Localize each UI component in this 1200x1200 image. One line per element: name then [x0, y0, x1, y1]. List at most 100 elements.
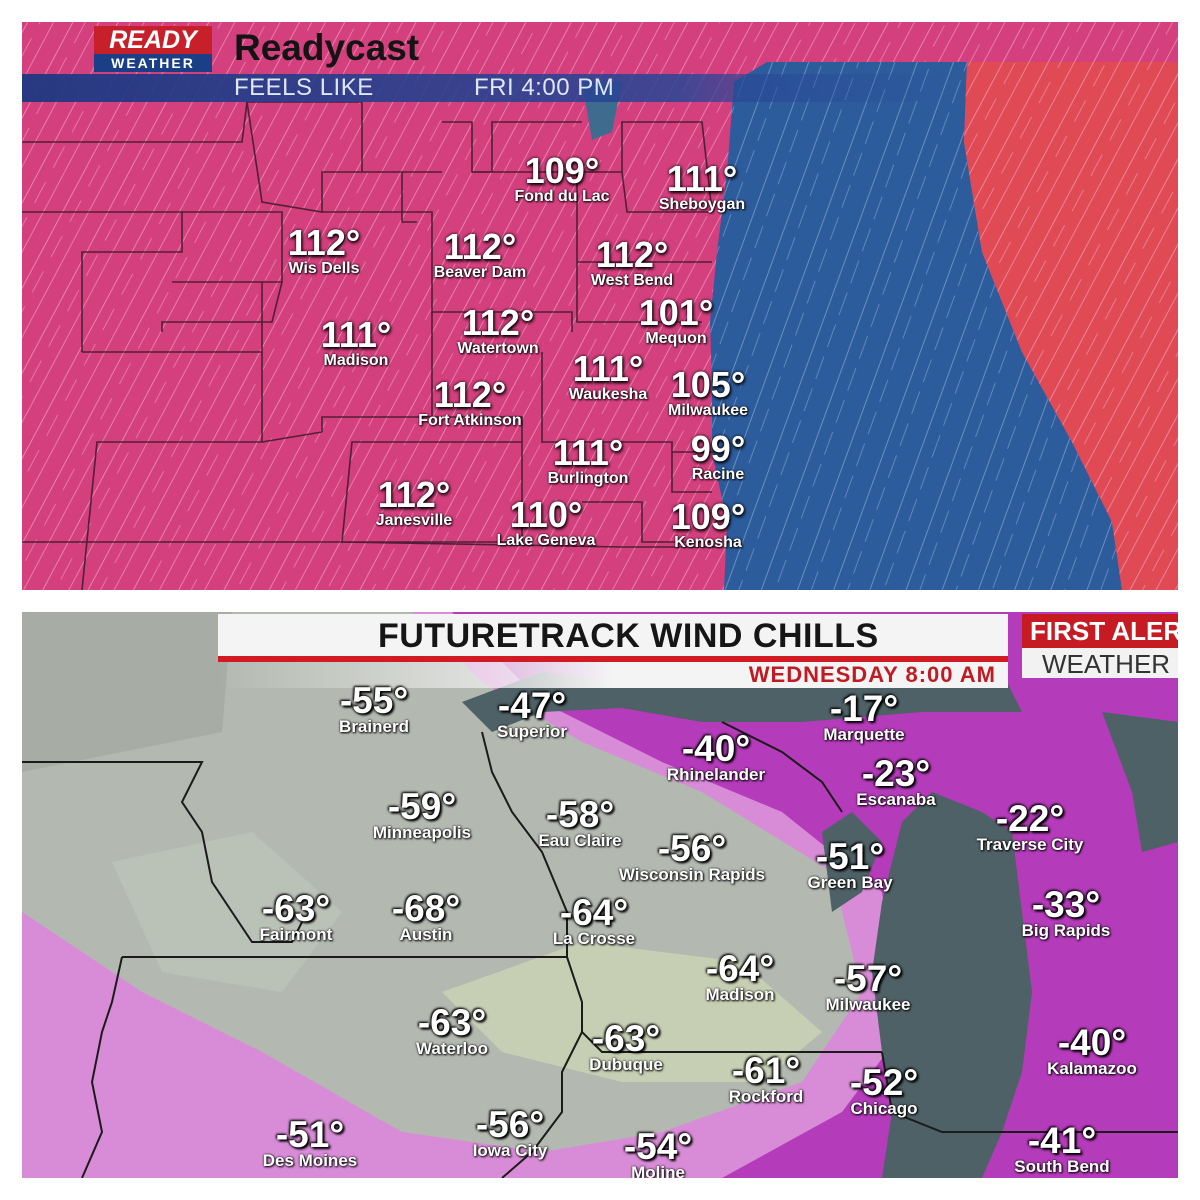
city-label: -61° Rockford — [726, 1050, 807, 1107]
temp-value: 112° — [377, 474, 451, 515]
city-label: -51° Des Moines — [260, 1114, 360, 1171]
city-label: 112° West Bend — [590, 234, 674, 290]
city-label: -33° Big Rapids — [1019, 884, 1114, 941]
city-name: Fairmont — [259, 925, 333, 944]
city-name: Kalamazoo — [1047, 1059, 1137, 1078]
heat-map-background — [22, 22, 1178, 590]
city-name: Green Bay — [807, 873, 893, 892]
city-label: -40° Rhinelander — [664, 728, 768, 785]
temp-value: -59° — [387, 786, 457, 827]
city-label: 112° Wis Dells — [288, 225, 360, 278]
city-name: Fond du Lac — [514, 188, 610, 205]
temp-value: 112° — [433, 374, 507, 415]
ready-weather-logo: READY WEATHER — [94, 26, 218, 72]
top-header-bar: READY WEATHER Readycast FEELS LIKE FRI 4… — [22, 22, 962, 102]
futuretrack-time: WEDNESDAY 8:00 AM — [748, 662, 996, 687]
city-label: -22° Traverse City — [974, 800, 1087, 855]
city-label: -68° Austin — [391, 888, 461, 945]
badge-line2: WEATHER — [1042, 649, 1171, 679]
city-name: Superior — [497, 722, 567, 741]
temp-value: 109° — [670, 496, 746, 537]
city-name: Chicago — [850, 1099, 918, 1118]
city-label: -63° Waterloo — [413, 1002, 491, 1059]
temp-value: 111° — [552, 432, 624, 473]
temp-value: -33° — [1031, 884, 1101, 925]
city-name: Wisconsin Rapids — [618, 865, 766, 884]
temp-value: -41° — [1027, 1120, 1097, 1161]
top-map-title: Readycast — [234, 27, 420, 68]
city-label: 112° Beaver Dam — [433, 226, 527, 282]
temp-value: -56° — [657, 828, 727, 869]
city-label: 109° Kenosha — [670, 496, 746, 552]
city-name: Madison — [705, 985, 775, 1004]
city-label: 112° Janesville — [375, 474, 453, 530]
temp-value: -64° — [559, 892, 629, 933]
city-name: Beaver Dam — [433, 264, 527, 281]
city-label: -56° Iowa City — [470, 1104, 551, 1161]
city-name: La Crosse — [552, 929, 636, 948]
city-name: Janesville — [375, 512, 453, 529]
heat-index-map: READY WEATHER Readycast FEELS LIKE FRI 4… — [22, 22, 1178, 590]
city-name: South Bend — [1014, 1157, 1110, 1176]
city-name: Lake Geneva — [496, 532, 596, 549]
temp-value: -54° — [623, 1126, 693, 1167]
city-name: Big Rapids — [1021, 921, 1111, 940]
city-label: 111° Burlington — [547, 432, 629, 488]
city-name: Burlington — [547, 470, 629, 487]
logo-weather-text: WEATHER — [94, 54, 212, 72]
temp-value: 112° — [443, 226, 517, 267]
temp-value: 112° — [595, 234, 669, 275]
city-label: -23° Escanaba — [853, 753, 938, 810]
temp-value: 112° — [461, 302, 535, 343]
temp-value: 111° — [666, 158, 738, 199]
city-name: Escanaba — [856, 790, 936, 809]
wind-chill-map: FUTURETRACK WIND CHILLS WEDNESDAY 8:00 A… — [22, 612, 1178, 1178]
futuretrack-title: FUTURETRACK WIND CHILLS — [378, 617, 879, 655]
city-label: 111° Sheboygan — [659, 158, 745, 214]
city-name: Eau Claire — [538, 831, 622, 850]
temp-value: -68° — [391, 888, 461, 929]
city-label: 111° Madison — [321, 317, 392, 370]
temp-value: -56° — [475, 1104, 545, 1145]
city-label: -51° Green Bay — [804, 836, 895, 893]
temp-value: -57° — [833, 958, 903, 999]
temp-value: -47° — [497, 685, 567, 726]
city-name: Brainerd — [339, 717, 409, 736]
city-label: -64° Madison — [703, 950, 778, 1005]
futuretrack-title-box: FUTURETRACK WIND CHILLS — [218, 614, 1008, 656]
temp-value: -23° — [861, 753, 931, 794]
city-label: -59° Minneapolis — [370, 786, 474, 843]
temp-value: -52° — [849, 1062, 919, 1103]
city-name: Iowa City — [472, 1141, 548, 1160]
city-name: Marquette — [823, 725, 905, 744]
temp-value: 111° — [572, 348, 644, 389]
temp-value: -40° — [681, 728, 751, 769]
city-name: Rhinelander — [666, 765, 766, 784]
city-label: -56° Wisconsin Rapids — [616, 828, 768, 885]
city-name: Waukesha — [568, 386, 648, 403]
temp-value: -51° — [275, 1114, 345, 1155]
city-label: -54° Moline — [623, 1126, 693, 1179]
city-name: Watertown — [457, 340, 539, 357]
city-name: Moline — [631, 1163, 685, 1179]
city-name: Austin — [399, 925, 453, 944]
city-name: Racine — [691, 466, 745, 483]
city-name: Milwaukee — [825, 995, 911, 1014]
city-label: -47° Superior — [494, 685, 570, 742]
city-label: 112° Watertown — [457, 302, 539, 358]
city-label: 99° Racine — [690, 428, 746, 484]
city-label: -57° Milwaukee — [822, 958, 913, 1015]
city-name: Minneapolis — [372, 823, 472, 842]
logo-ready-text: READY — [94, 26, 212, 54]
city-name: Madison — [323, 352, 389, 369]
city-label: -52° Chicago — [847, 1062, 920, 1119]
city-label: 101° Mequon — [639, 295, 713, 348]
temp-value: 99° — [690, 428, 746, 469]
temp-value: -63° — [591, 1018, 661, 1059]
temp-value: -40° — [1057, 1022, 1127, 1063]
city-label: -41° South Bend — [1011, 1120, 1112, 1177]
city-name: West Bend — [590, 272, 674, 289]
temp-value: -61° — [731, 1050, 801, 1091]
temp-value: -51° — [815, 836, 885, 877]
temp-value: -63° — [417, 1002, 487, 1043]
